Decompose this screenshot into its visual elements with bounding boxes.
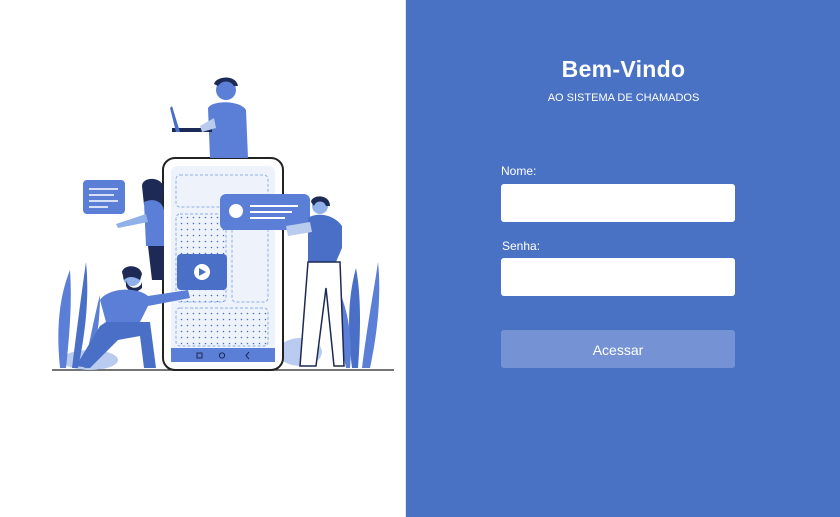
illustration-panel [0, 0, 405, 517]
welcome-subtitle: AO SISTEMA DE CHAMADOS [547, 92, 700, 104]
name-label: Nome: [501, 164, 537, 178]
submit-button[interactable]: Acessar [501, 330, 735, 368]
name-input[interactable] [501, 184, 735, 222]
password-input[interactable] [501, 258, 735, 296]
login-panel: Bem-Vindo AO SISTEMA DE CHAMADOS Nome: S… [405, 0, 840, 517]
password-label: Senha: [502, 239, 541, 253]
welcome-title: Bem-Vindo [561, 56, 686, 82]
people-phone-illustration [52, 77, 394, 371]
